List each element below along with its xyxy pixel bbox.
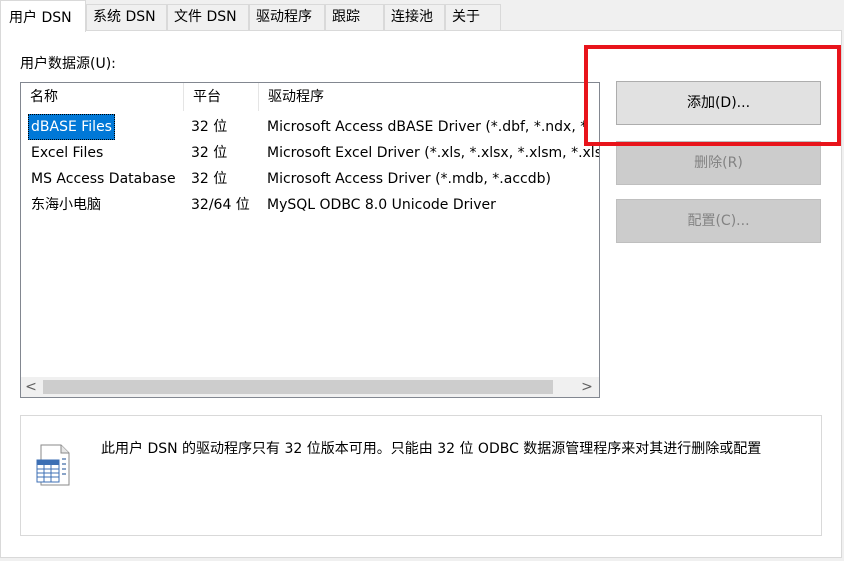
tab-label: 关于 — [452, 9, 480, 25]
list-item[interactable]: Excel Files 32 位 Microsoft Excel Driver … — [21, 140, 599, 166]
tab-user-dsn[interactable]: 用户 DSN — [0, 0, 86, 32]
tab-strip: 用户 DSN 系统 DSN 文件 DSN 驱动程序 跟踪 连接池 关于 — [0, 0, 844, 32]
dsn-platform: 32 位 — [191, 145, 228, 161]
dsn-platform: 32 位 — [191, 119, 228, 135]
dsn-name: Excel Files — [31, 145, 104, 161]
remove-button[interactable]: 删除(R) — [616, 141, 821, 185]
tab-file-dsn[interactable]: 文件 DSN — [167, 4, 249, 30]
user-dsn-list[interactable]: 名称 平台 驱动程序 dBASE Files 32 位 Microsoft Ac… — [20, 82, 600, 398]
list-item[interactable]: 东海小电脑 32/64 位 MySQL ODBC 8.0 Unicode Dri… — [21, 192, 599, 218]
column-header-platform[interactable]: 平台 — [184, 83, 259, 111]
odbc-admin-window: 用户 DSN 系统 DSN 文件 DSN 驱动程序 跟踪 连接池 关于 用户数据… — [0, 0, 844, 561]
dsn-driver: MySQL ODBC 8.0 Unicode Driver — [267, 197, 496, 213]
dsn-name: dBASE Files — [28, 114, 115, 140]
column-header-name[interactable]: 名称 — [21, 83, 184, 111]
info-message: 此用户 DSN 的驱动程序只有 32 位版本可用。只能由 32 位 ODBC 数… — [101, 441, 762, 457]
scroll-left-icon[interactable]: < — [21, 377, 41, 397]
data-source-icon — [35, 444, 75, 486]
dsn-name: 东海小电脑 — [31, 197, 101, 213]
dsn-name: MS Access Database — [31, 171, 176, 187]
scroll-thumb[interactable] — [43, 380, 553, 394]
tab-system-dsn[interactable]: 系统 DSN — [86, 4, 167, 30]
dsn-driver: Microsoft Access Driver (*.mdb, *.accdb) — [267, 171, 551, 187]
info-box: 此用户 DSN 的驱动程序只有 32 位版本可用。只能由 32 位 ODBC 数… — [20, 415, 822, 536]
list-header: 名称 平台 驱动程序 — [21, 83, 599, 111]
tab-tracing[interactable]: 跟踪 — [325, 4, 384, 30]
tab-about[interactable]: 关于 — [445, 4, 501, 30]
column-header-driver[interactable]: 驱动程序 — [259, 83, 599, 111]
tab-label: 文件 DSN — [174, 9, 237, 25]
list-item[interactable]: dBASE Files 32 位 Microsoft Access dBASE … — [21, 114, 599, 140]
tab-label: 跟踪 — [332, 9, 360, 25]
tab-drivers[interactable]: 驱动程序 — [249, 4, 325, 30]
scroll-right-icon[interactable]: > — [577, 377, 597, 397]
dsn-platform: 32/64 位 — [191, 197, 250, 213]
tab-label: 用户 DSN — [9, 10, 72, 26]
tab-connection-pooling[interactable]: 连接池 — [384, 4, 445, 30]
tab-label: 驱动程序 — [256, 9, 312, 25]
configure-button[interactable]: 配置(C)... — [616, 199, 821, 243]
dsn-driver: Microsoft Excel Driver (*.xls, *.xlsx, *… — [267, 145, 599, 161]
dsn-platform: 32 位 — [191, 171, 228, 187]
dsn-driver: Microsoft Access dBASE Driver (*.dbf, *.… — [267, 119, 588, 135]
user-data-sources-label: 用户数据源(U): — [20, 56, 116, 72]
list-item[interactable]: MS Access Database 32 位 Microsoft Access… — [21, 166, 599, 192]
highlight-box — [584, 45, 841, 146]
tab-label: 系统 DSN — [93, 9, 156, 25]
horizontal-scrollbar[interactable]: < > — [21, 377, 599, 397]
tab-label: 连接池 — [391, 9, 433, 25]
